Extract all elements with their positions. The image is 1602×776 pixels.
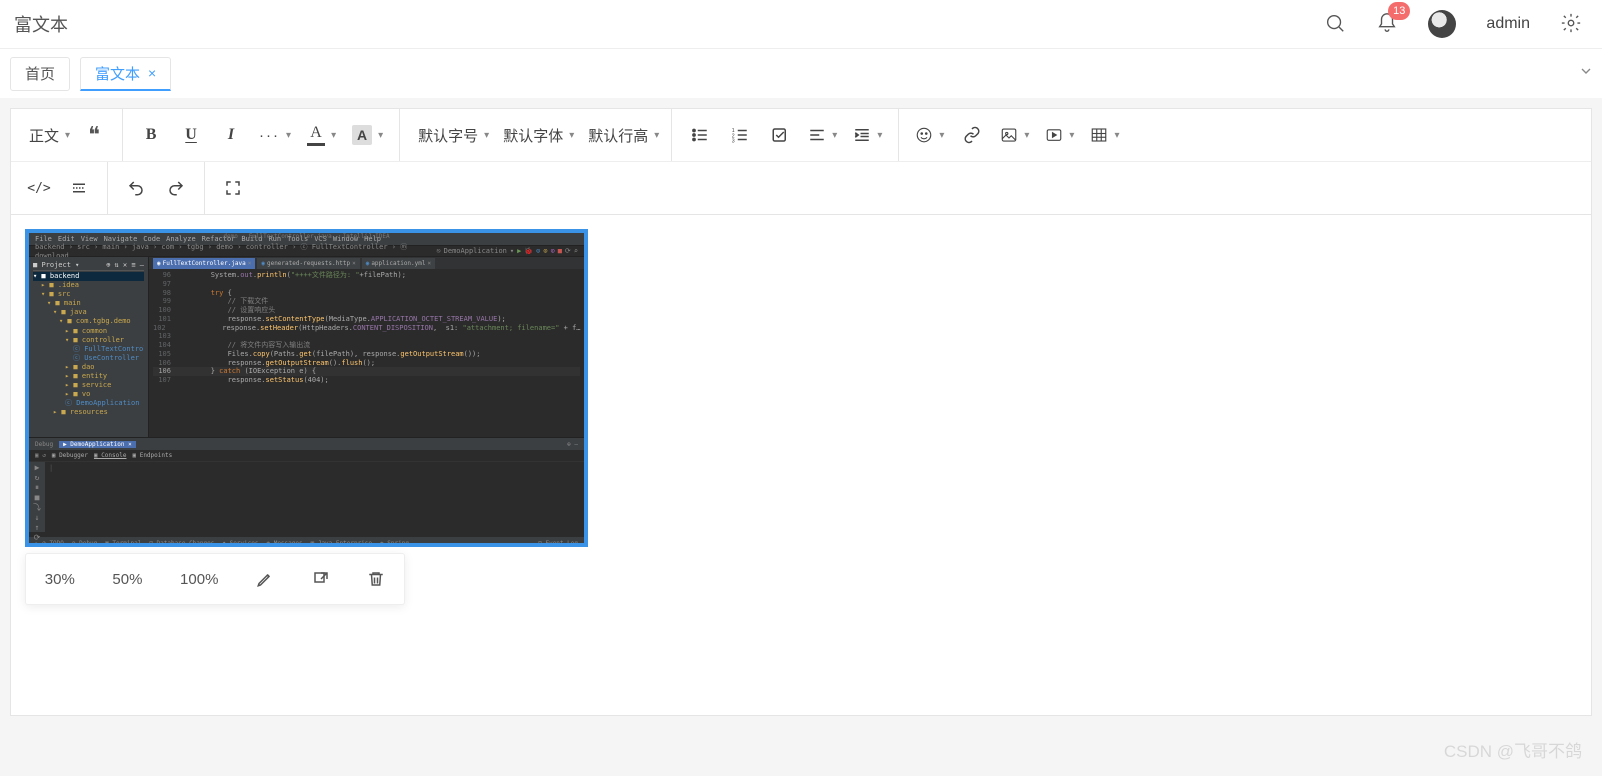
bold-button[interactable]: B [131,115,171,155]
app-header: 富文本 13 admin [0,0,1602,48]
bg-color-button[interactable]: A▾ [344,115,391,155]
code-block-button[interactable]: </> [19,168,59,208]
embedded-ide-image[interactable]: FileEditViewNavigateCodeAnalyzeRefactorB… [25,229,588,547]
image-size-50-button[interactable]: 50% [100,565,154,594]
image-delete-button[interactable] [355,564,397,594]
indent-button[interactable]: ▾ [845,115,890,155]
heading-select[interactable]: 正文 ▾ [19,115,74,155]
caret-icon: ▾ [832,130,837,141]
link-button[interactable] [952,115,992,155]
fullscreen-button[interactable] [213,168,253,208]
image-button[interactable]: ▾ [992,115,1037,155]
caret-icon: ▾ [939,130,944,141]
underline-button[interactable]: U [171,115,211,155]
rich-text-editor: 正文 ▾ ❝ B U I ···▾ A▾ A▾ 默认字号 ▾ 默认字体 ▾ 默认行高 ▾ [10,108,1592,716]
heading-label: 正文 [29,125,59,146]
ide-breadcrumb: backend › src › main › java › com › tgbg… [29,245,584,257]
align-button[interactable]: ▾ [800,115,845,155]
avatar[interactable] [1428,10,1456,38]
font-color-button[interactable]: A▾ [299,115,344,155]
undo-button[interactable] [116,168,156,208]
bullet-list-button[interactable] [680,115,720,155]
divider-button[interactable] [59,168,99,208]
tab-label: 富文本 [95,63,140,84]
tab-home[interactable]: 首页 [10,57,70,91]
ide-code-area: ◉FullTextController.java ×◉generated-req… [149,257,584,437]
search-icon[interactable] [1324,12,1346,37]
font-family-label: 默认字体 [503,125,563,146]
caret-icon: ▾ [1114,130,1119,141]
todo-list-button[interactable] [760,115,800,155]
blockquote-button[interactable]: ❝ [74,115,114,155]
emoji-button[interactable]: ▾ [907,115,952,155]
editor-body[interactable]: FileEditViewNavigateCodeAnalyzeRefactorB… [11,215,1591,715]
image-size-100-button[interactable]: 100% [168,565,230,594]
line-height-select[interactable]: 默认行高 ▾ [578,115,663,155]
notification-bell-icon[interactable]: 13 [1376,12,1398,37]
caret-icon: ▾ [65,130,70,141]
image-floating-toolbar: 30% 50% 100% [25,553,405,605]
image-edit-button[interactable] [244,564,286,594]
font-size-label: 默认字号 [418,125,478,146]
notification-badge: 13 [1388,2,1410,20]
ide-project-tree: ■ Project ▾⊕ ⇅ ✕ ≡ — ▾ ■ backend▸ ■ .ide… [29,257,149,437]
ide-run-controls: ⎋DemoApplication▾ ▶🐞⊙⊙⊙■⟳⌕ [436,247,578,255]
font-family-select[interactable]: 默认字体 ▾ [493,115,578,155]
caret-icon: ▾ [1024,130,1029,141]
redo-button[interactable] [156,168,196,208]
svg-text:3: 3 [732,139,735,145]
line-height-label: 默认行高 [588,125,648,146]
watermark: CSDN @飞哥不鸽 [1444,737,1582,762]
caret-icon: ▾ [1069,130,1074,141]
table-button[interactable]: ▾ [1082,115,1127,155]
gear-icon[interactable] [1560,12,1582,37]
caret-icon: ▾ [569,130,574,141]
caret-icon: ▾ [484,130,489,141]
more-format-button[interactable]: ···▾ [251,115,299,155]
font-size-select[interactable]: 默认字号 ▾ [408,115,493,155]
username[interactable]: admin [1486,15,1530,33]
chevron-down-icon[interactable] [1578,63,1594,82]
caret-icon: ▾ [378,130,383,141]
caret-icon: ▾ [877,130,882,141]
caret-icon: ▾ [331,130,336,141]
page-title: 富文本 [14,11,68,37]
image-size-30-button[interactable]: 30% [33,565,87,594]
header-actions: 13 admin [1324,10,1588,38]
caret-icon: ▾ [654,130,659,141]
caret-icon: ▾ [286,130,291,141]
video-button[interactable]: ▾ [1037,115,1082,155]
close-icon[interactable]: × [148,66,156,80]
editor-toolbar: 正文 ▾ ❝ B U I ···▾ A▾ A▾ 默认字号 ▾ 默认字体 ▾ 默认行高 ▾ [11,109,1591,215]
ordered-list-button[interactable]: 123 [720,115,760,155]
image-view-button[interactable] [300,564,342,594]
tab-richtext[interactable]: 富文本 × [80,57,171,91]
tabs-bar: 首页 富文本 × [0,48,1602,98]
italic-button[interactable]: I [211,115,251,155]
content: 正文 ▾ ❝ B U I ···▾ A▾ A▾ 默认字号 ▾ 默认字体 ▾ 默认行高 ▾ [0,98,1602,726]
ide-debug-panel: Debug ▶ DemoApplication × ⊕ — ▣ ↺▣ Debug… [29,437,584,537]
tab-label: 首页 [25,63,55,84]
